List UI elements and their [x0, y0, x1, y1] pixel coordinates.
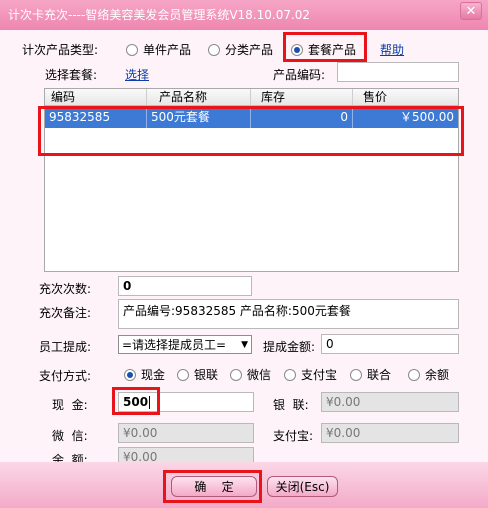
close-icon[interactable]: ✕ — [460, 2, 482, 20]
recharge-count-input[interactable]: 0 — [118, 276, 252, 296]
table-row[interactable]: 95832585 500元套餐 0 ￥500.00 — [45, 106, 458, 128]
product-code-label: 产品编码: — [273, 68, 326, 82]
help-link[interactable]: 帮助 — [380, 41, 404, 58]
commission-amount-input[interactable]: 0 — [321, 334, 459, 354]
wechat-input[interactable]: ¥0.00 — [118, 423, 254, 443]
window-title: 计次卡充次----智络美容美发会员管理系统V18.10.07.02 — [8, 8, 311, 22]
commission-amount-label: 提成金额: — [263, 340, 316, 354]
alipay-label: 支付宝: — [273, 429, 314, 443]
radio-icon — [408, 368, 420, 381]
radio-icon — [208, 43, 220, 56]
radio-selected-icon — [291, 43, 303, 56]
radio-icon — [284, 368, 296, 381]
confirm-button[interactable]: 确 定 — [171, 476, 257, 497]
column-header-code[interactable]: 编码 — [45, 89, 147, 105]
radio-icon — [177, 368, 189, 381]
radio-pay-wechat[interactable]: 微信 — [230, 366, 271, 383]
cell-price: ￥500.00 — [400, 110, 454, 124]
staff-commission-label: 员工提成: — [39, 340, 92, 354]
cash-value: 500 — [123, 395, 149, 409]
wechat-label: 微 信: — [52, 429, 88, 443]
cash-input[interactable]: 500 — [118, 392, 254, 412]
radio-icon — [350, 368, 362, 381]
select-package-link[interactable]: 选择 — [125, 66, 149, 83]
chevron-down-icon: ▼ — [241, 339, 248, 350]
radio-selected-icon — [124, 368, 136, 381]
select-package-label: 选择套餐: — [45, 68, 98, 82]
column-header-stock[interactable]: 库存 — [251, 89, 353, 105]
table-header: 编码 产品名称 库存 售价 — [45, 89, 458, 106]
column-header-price[interactable]: 售价 — [353, 89, 458, 105]
radio-pay-unionpay[interactable]: 银联 — [177, 366, 218, 383]
radio-single-product[interactable]: 单件产品 — [126, 41, 191, 58]
product-type-label: 计次产品类型: — [22, 43, 99, 57]
text-cursor — [149, 395, 151, 409]
close-button[interactable]: 关闭(Esc) — [267, 476, 338, 497]
remark-textarea[interactable]: 产品编号:95832585 产品名称:500元套餐 — [118, 299, 459, 329]
unionpay-label: 银 联: — [273, 398, 309, 412]
product-code-input[interactable] — [337, 62, 459, 82]
column-header-name[interactable]: 产品名称 — [147, 89, 251, 105]
remark-label: 充次备注: — [39, 306, 92, 320]
radio-pay-alipay[interactable]: 支付宝 — [284, 366, 337, 383]
product-table: 编码 产品名称 库存 售价 95832585 500元套餐 0 ￥500.00 — [44, 88, 459, 272]
staff-select-value: =请选择提成员工= — [122, 338, 227, 352]
radio-icon — [126, 43, 138, 56]
payment-method-label: 支付方式: — [39, 369, 92, 383]
title-bar: 计次卡充次----智络美容美发会员管理系统V18.10.07.02 ✕ — [0, 0, 488, 30]
radio-package-product[interactable]: 套餐产品 — [291, 41, 356, 58]
alipay-input[interactable]: ¥0.00 — [321, 423, 459, 443]
cell-stock: 0 — [251, 106, 353, 128]
unionpay-input[interactable]: ¥0.00 — [321, 392, 459, 412]
cash-label: 现 金: — [52, 398, 88, 412]
radio-pay-combined[interactable]: 联合 — [350, 366, 391, 383]
radio-pay-balance[interactable]: 余额 — [408, 366, 449, 383]
cell-code: 95832585 — [45, 106, 147, 128]
staff-select[interactable]: =请选择提成员工= ▼ — [118, 335, 252, 354]
recharge-count-label: 充次次数: — [39, 282, 92, 296]
cell-name: 500元套餐 — [147, 106, 251, 128]
radio-category-product[interactable]: 分类产品 — [208, 41, 273, 58]
radio-icon — [230, 368, 242, 381]
radio-pay-cash[interactable]: 现金 — [124, 366, 165, 383]
